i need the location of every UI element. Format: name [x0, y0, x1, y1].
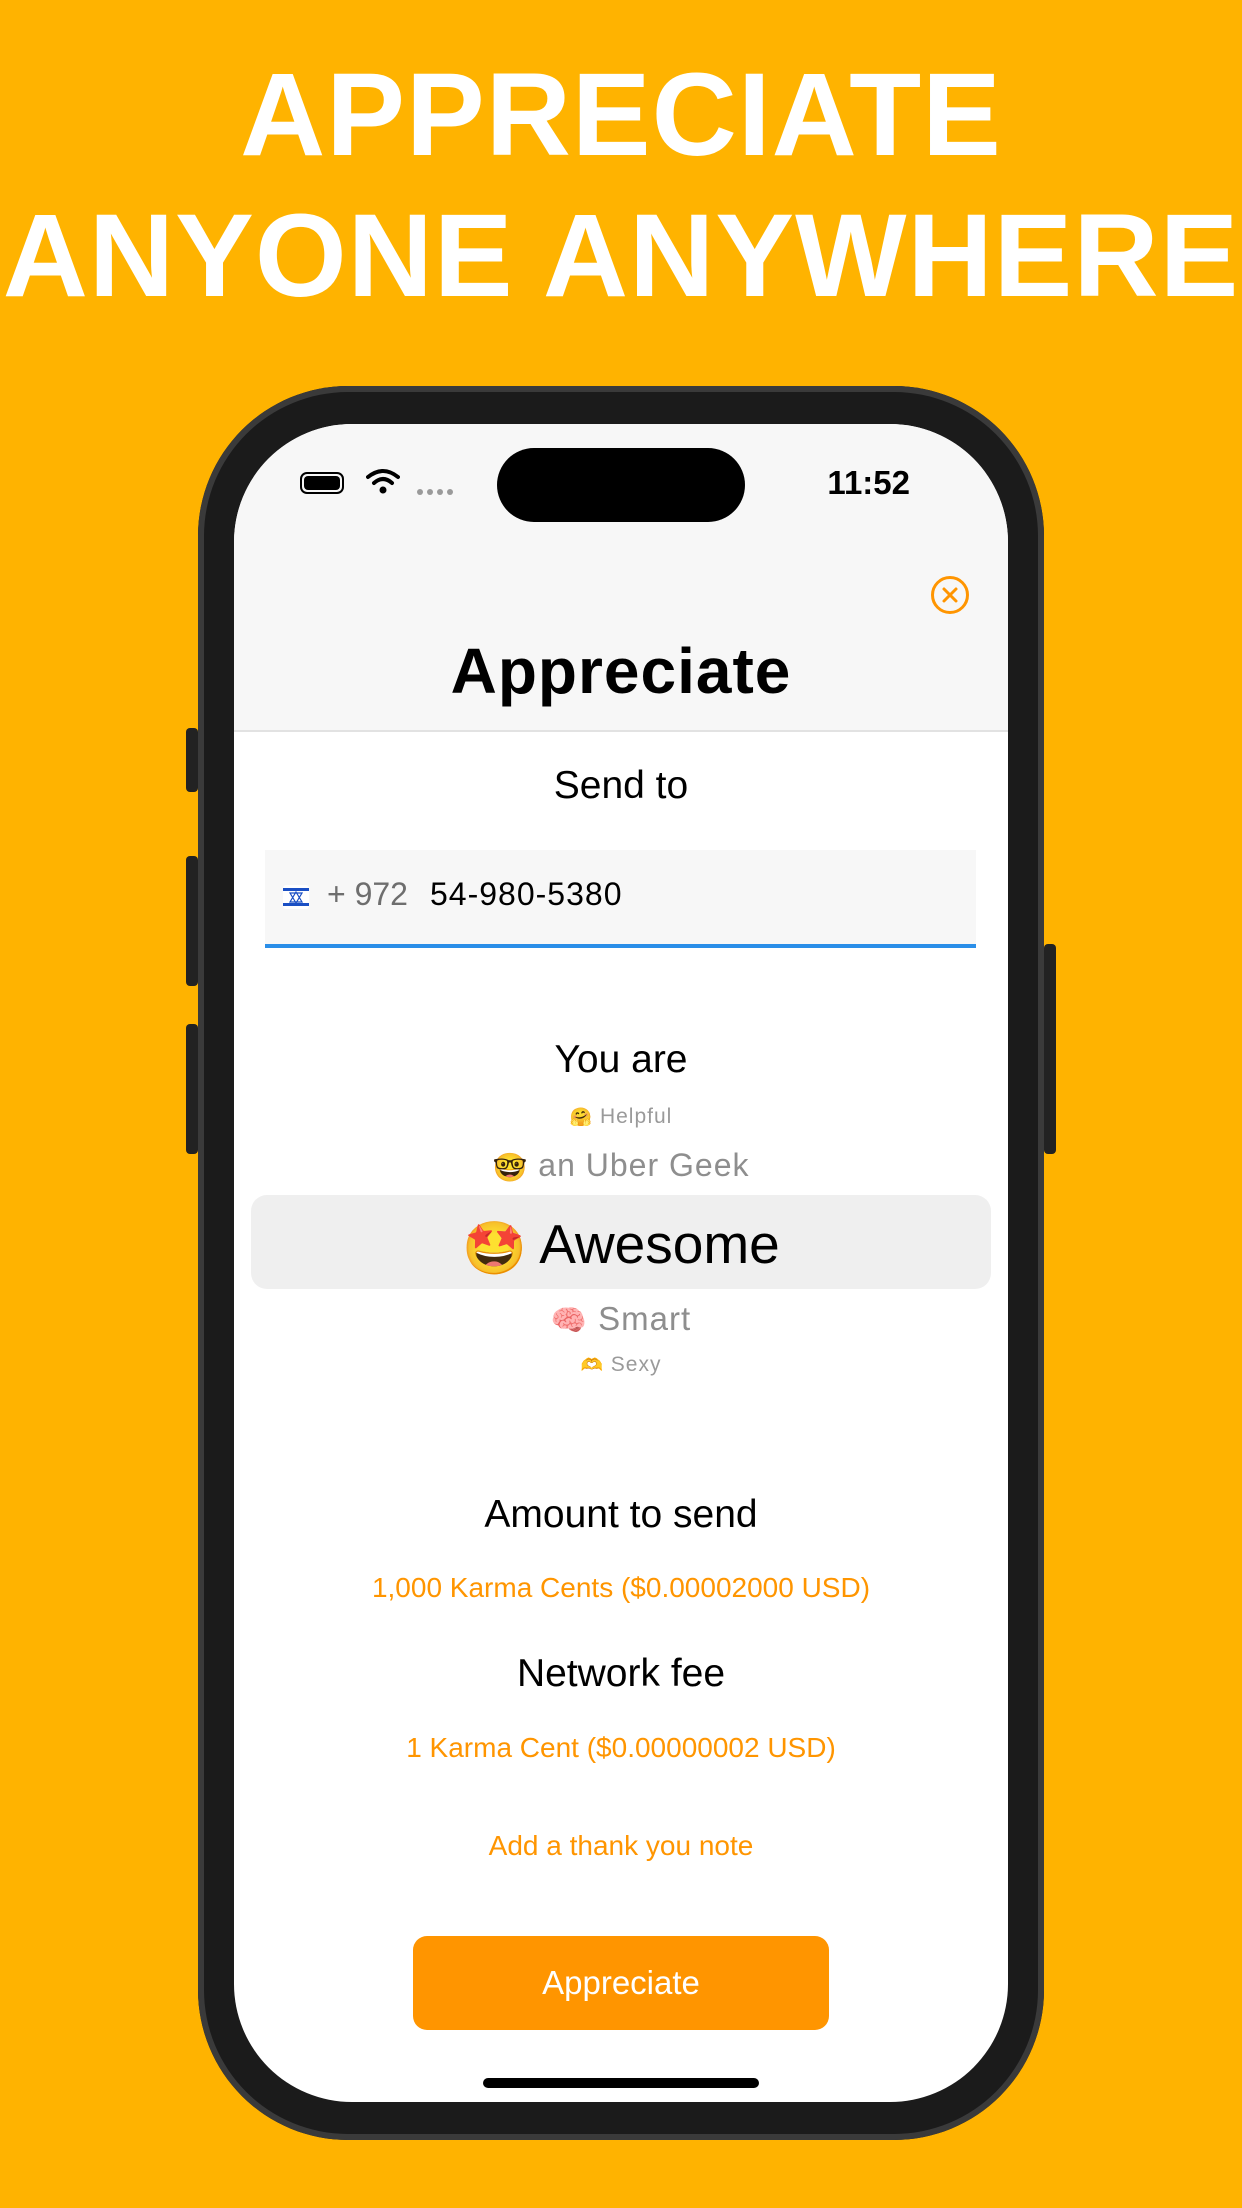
phone-volume-down-button [186, 1024, 198, 1154]
picker-item[interactable]: 🤓 an Uber Geek [234, 1147, 1008, 1184]
amount-label: Amount to send [484, 1493, 758, 1536]
headline-line-2: ANYONE ANYWHERE [2, 190, 1240, 322]
battery-icon [300, 472, 344, 494]
phone-number-field[interactable]: + 972 54-980-5380 [265, 850, 976, 948]
israel-flag-icon[interactable] [283, 885, 309, 909]
send-to-label: Send to [553, 764, 689, 807]
phone-action-button [186, 728, 198, 792]
cellular-signal-icon [417, 489, 453, 495]
close-circle-icon[interactable] [931, 576, 969, 614]
phone-number-input[interactable]: 54-980-5380 [430, 876, 622, 913]
nav-bar: 11:52 Appreciate [234, 424, 1008, 732]
add-note-link[interactable]: Add a thank you note [234, 1830, 1008, 1862]
wifi-icon [366, 469, 400, 494]
headline-line-1: APPRECIATE [240, 49, 1002, 181]
amount-value: 1,000 Karma Cents ($0.00002000 USD) [371, 1572, 871, 1603]
dynamic-island [497, 448, 745, 522]
country-code[interactable]: + 972 [327, 876, 408, 913]
phone-volume-up-button [186, 856, 198, 986]
network-fee-label: Network fee [516, 1652, 726, 1695]
you-are-label: You are [554, 1038, 688, 1081]
status-time: 11:52 [827, 464, 910, 501]
picker-item[interactable]: 🧠 Smart [234, 1300, 1008, 1338]
picker-item[interactable]: 🤗 Helpful [234, 1105, 1008, 1129]
phone-screen: 11:52 Appreciate Send to + 972 54-980-53… [234, 424, 1008, 2102]
home-indicator [483, 2078, 759, 2088]
picker-item[interactable]: 🫶 Sexy [234, 1353, 1008, 1377]
network-fee-value: 1 Karma Cent ($0.00000002 USD) [406, 1732, 836, 1763]
page-title: Appreciate [450, 635, 792, 707]
picker-item-selected[interactable]: 🤩 Awesome [234, 1212, 1008, 1279]
phone-power-button [1044, 944, 1056, 1154]
appreciate-button[interactable]: Appreciate [413, 1936, 829, 2030]
